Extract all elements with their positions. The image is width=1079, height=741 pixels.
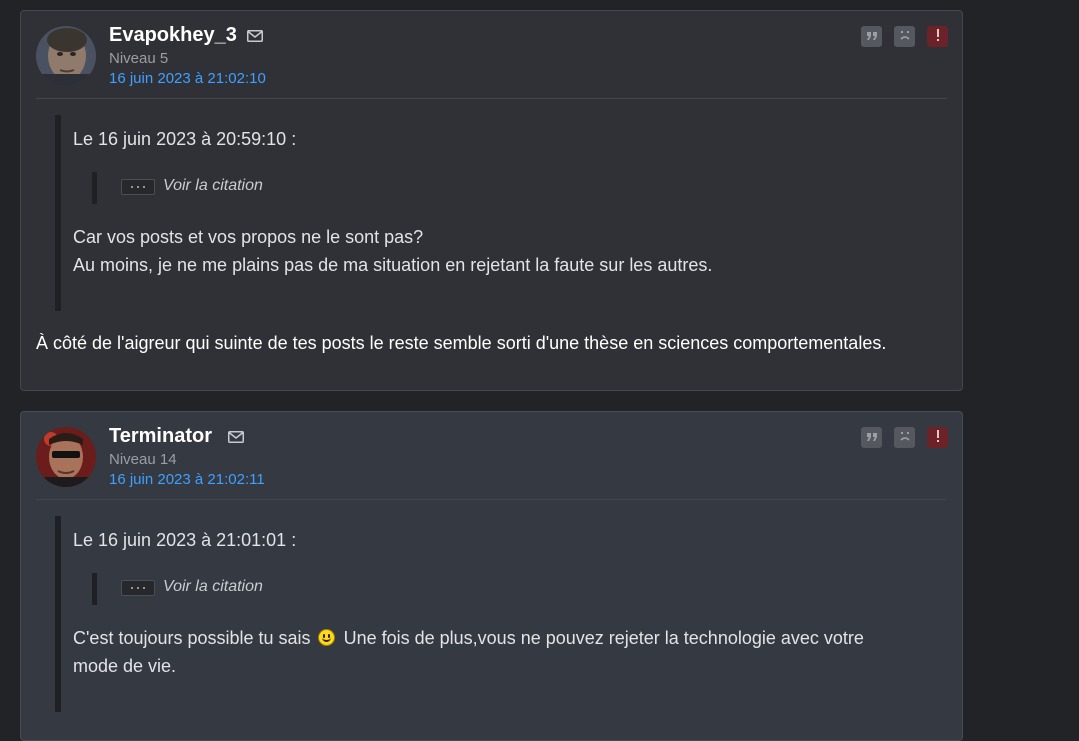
quote-header: Le 16 juin 2023 à 20:59:10 : xyxy=(73,129,297,149)
see-quote-link[interactable]: Voir la citation xyxy=(163,177,263,195)
quote-button[interactable] xyxy=(861,427,882,448)
avatar[interactable] xyxy=(36,427,96,487)
expand-quote-button[interactable] xyxy=(121,580,155,596)
nested-quote-bar xyxy=(92,172,97,204)
quote-text-part: Une fois de plus,vous ne pouvez rejeter … xyxy=(343,628,864,648)
forum-post: Evapokhey_3 Niveau 5 16 juin 2023 à 21:0… xyxy=(20,10,963,391)
post-text: À côté de l'aigreur qui suinte de tes po… xyxy=(36,333,887,353)
post-date-link[interactable]: 16 juin 2023 à 21:02:11 xyxy=(109,471,265,488)
report-sad-button[interactable] xyxy=(894,26,915,47)
quote-bar xyxy=(55,516,61,712)
quote-line: C'est toujours possible tu sais Une fois… xyxy=(73,624,864,652)
post-actions xyxy=(861,26,948,47)
quote-bar xyxy=(55,115,61,311)
quote-line: Au moins, je ne me plains pas de ma situ… xyxy=(73,255,713,275)
sad-face-icon xyxy=(898,28,912,46)
report-sad-button[interactable] xyxy=(894,427,915,448)
user-level: Niveau 14 xyxy=(109,451,177,468)
quote-line: mode de vie. xyxy=(73,656,177,676)
mail-icon[interactable] xyxy=(228,430,244,443)
expand-quote-button[interactable] xyxy=(121,179,155,195)
quote-text-part: C'est toujours possible tu sais xyxy=(73,628,311,648)
see-quote-link[interactable]: Voir la citation xyxy=(163,578,263,596)
sad-face-icon xyxy=(898,429,912,447)
report-button[interactable] xyxy=(927,26,948,47)
avatar[interactable] xyxy=(36,26,96,86)
author-name[interactable]: Terminator xyxy=(109,425,212,448)
post-actions xyxy=(861,427,948,448)
alert-icon xyxy=(936,429,940,447)
quote-icon xyxy=(866,429,878,447)
alert-icon xyxy=(936,28,940,46)
quote-text: C'est toujours possible tu sais Une fois… xyxy=(73,624,864,680)
header-divider xyxy=(36,98,947,99)
quote-icon xyxy=(866,28,878,46)
user-level: Niveau 5 xyxy=(109,50,169,67)
post-date-link[interactable]: 16 juin 2023 à 21:02:10 xyxy=(109,70,266,87)
quote-button[interactable] xyxy=(861,26,882,47)
header-divider xyxy=(36,499,947,500)
quote-text: Car vos posts et vos propos ne le sont p… xyxy=(73,223,712,279)
nested-quote-bar xyxy=(92,573,97,605)
quote-header: Le 16 juin 2023 à 21:01:01 : xyxy=(73,530,297,550)
report-button[interactable] xyxy=(927,427,948,448)
forum-post: Terminator Niveau 14 16 juin 2023 à 21:0… xyxy=(20,411,963,741)
quote-line: Car vos posts et vos propos ne le sont p… xyxy=(73,227,424,247)
author-name[interactable]: Evapokhey_3 xyxy=(109,24,237,47)
mail-icon[interactable] xyxy=(247,29,263,42)
smiley-icon xyxy=(317,629,335,646)
